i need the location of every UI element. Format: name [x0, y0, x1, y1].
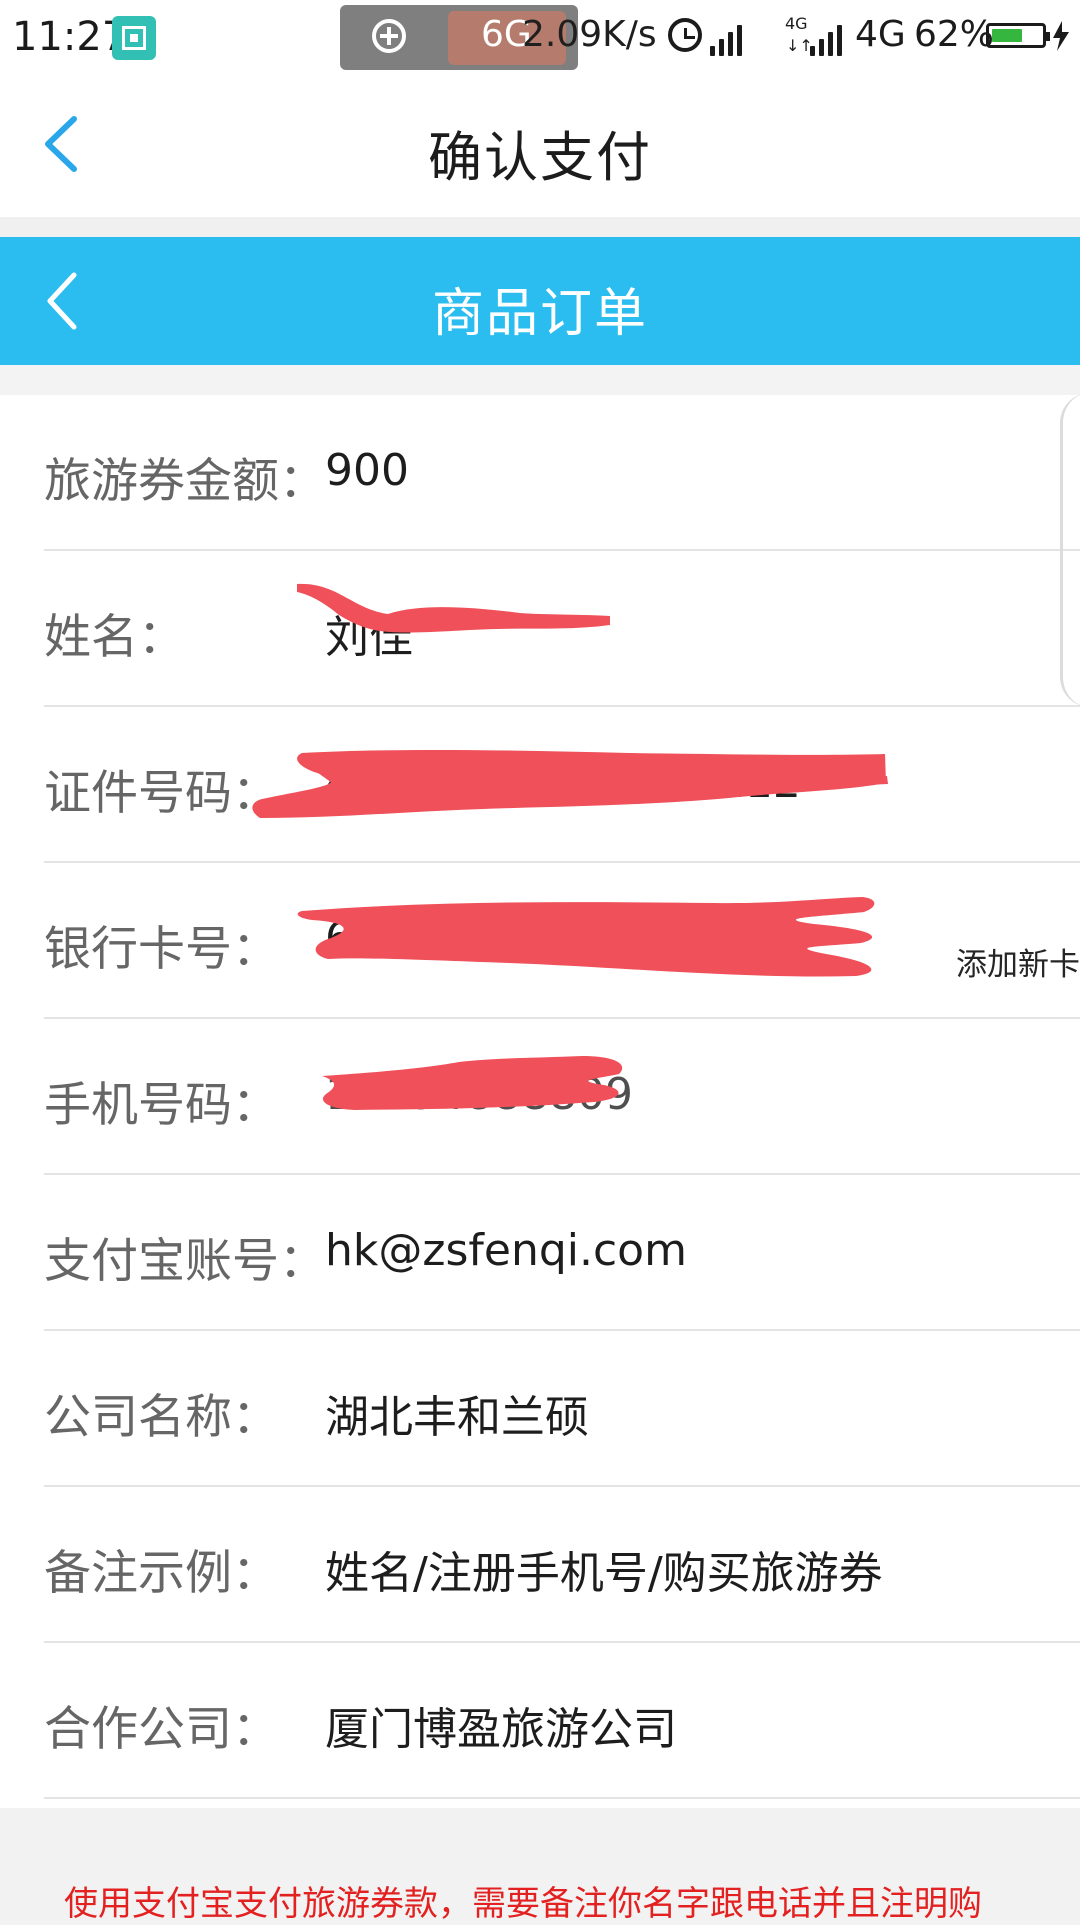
- battery-icon: [986, 23, 1050, 48]
- data-arrows-icon: ↓↑: [786, 36, 813, 55]
- bank-card-label: 银行卡号：: [44, 922, 279, 977]
- payment-notice-text: 使用支付宝支付旅游券款，需要备注你名字跟电话并且注明购: [64, 1884, 982, 1924]
- scroll-indicator[interactable]: [1060, 393, 1080, 707]
- order-details-card: 旅游券金额： 900 姓名： 刘佳 证件号码： 4200000000000011…: [0, 395, 1080, 1808]
- phone-label: 手机号码：: [44, 1078, 279, 1133]
- battery-level: [992, 29, 1022, 42]
- remark-example-row: 备注示例： 姓名/注册手机号/购买旅游券: [44, 1487, 1080, 1643]
- network-type: 4G: [855, 14, 906, 55]
- alarm-icon: [668, 18, 702, 52]
- row-divider: [44, 1797, 1080, 1799]
- battery-percentage: 62%: [914, 14, 995, 55]
- bank-card-row: 银行卡号： 6000000000000004 添加新卡: [44, 863, 1080, 1019]
- id-number-label: 证件号码：: [44, 766, 279, 821]
- payment-notice-area: 使用支付宝支付旅游券款，需要备注你名字跟电话并且注明购: [0, 1808, 1080, 1924]
- phone-row: 手机号码： 18794888809: [44, 1019, 1080, 1175]
- order-header: 商品订单: [0, 237, 1080, 365]
- remark-example-label: 备注示例：: [44, 1546, 279, 1601]
- signal-strength-icon: [710, 18, 754, 56]
- alipay-account-value: hk@zsfenqi.com: [325, 1225, 687, 1276]
- partner-company-row: 合作公司： 厦门博盈旅游公司: [44, 1643, 1080, 1799]
- name-row: 姓名： 刘佳: [44, 551, 1080, 707]
- voucher-amount-row: 旅游券金额： 900: [44, 395, 1080, 551]
- bank-card-value: 6000000000000004: [325, 913, 773, 964]
- screen-recording-icon: [112, 16, 156, 60]
- partner-company-label: 合作公司：: [44, 1702, 279, 1757]
- company-name-value: 湖北丰和兰硕: [325, 1392, 589, 1443]
- partner-company-value: 厦门博盈旅游公司: [325, 1704, 677, 1755]
- status-time: 11:27: [12, 14, 128, 60]
- voucher-amount-value: 900: [325, 445, 409, 496]
- remark-example-value: 姓名/注册手机号/购买旅游券: [325, 1548, 883, 1599]
- id-number-row: 证件号码： 42000000000000112: [44, 707, 1080, 863]
- app-bar: 确认支付: [0, 78, 1080, 217]
- network-speed-text: 2.09K/s: [522, 14, 657, 55]
- network-badge: 4G: [785, 14, 808, 33]
- company-name-label: 公司名称：: [44, 1390, 279, 1445]
- status-bar: 11:27 6G 2.09K/s 4G ↓↑ 4G 62%: [0, 0, 1080, 78]
- section-gap: [0, 217, 1080, 237]
- plus-circle-icon: [372, 19, 406, 53]
- name-label: 姓名：: [44, 610, 185, 665]
- id-number-value: 42000000000000112: [325, 757, 801, 808]
- company-name-row: 公司名称： 湖北丰和兰硕: [44, 1331, 1080, 1487]
- page-title: 确认支付: [428, 126, 652, 189]
- phone-value: 18794888809: [325, 1069, 633, 1120]
- charging-icon: [1053, 21, 1069, 51]
- name-value: 刘佳: [325, 612, 413, 663]
- alipay-account-label: 支付宝账号：: [44, 1234, 326, 1289]
- alipay-account-row: 支付宝账号： hk@zsfenqi.com: [44, 1175, 1080, 1331]
- add-new-card-link[interactable]: 添加新卡: [956, 939, 1080, 984]
- signal-strength-icon: [810, 18, 854, 56]
- voucher-amount-label: 旅游券金额：: [44, 454, 326, 509]
- order-title: 商品订单: [431, 284, 648, 344]
